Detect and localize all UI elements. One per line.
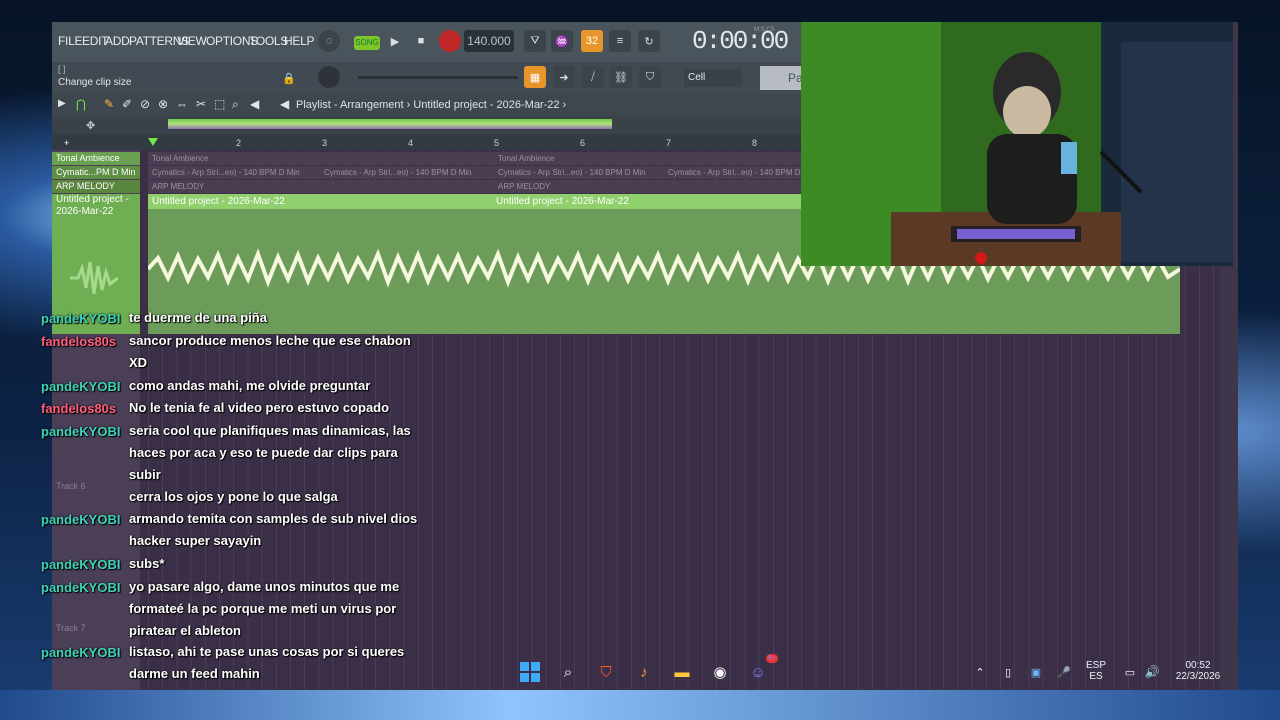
search-icon[interactable]: ⌕: [556, 660, 580, 684]
volume-icon[interactable]: 🔊: [1140, 660, 1164, 684]
chat-user: pandeKYOBI: [41, 580, 121, 595]
chat-user: fandelos80s: [41, 334, 117, 349]
windows-start-icon[interactable]: [518, 660, 542, 684]
chat-user: pandeKYOBI: [41, 512, 121, 527]
chat-message: No le tenia fe al video pero estuvo copa…: [129, 400, 390, 415]
chat-message: cerra los ojos y pone lo que salga: [129, 489, 338, 504]
discord-badge: 9+: [766, 654, 778, 663]
file-explorer-icon[interactable]: ▬: [670, 660, 694, 684]
tray-chevron-icon[interactable]: ⌃: [968, 660, 992, 684]
brave-browser-icon[interactable]: ⛉: [594, 660, 618, 684]
language-indicator[interactable]: ESP ES: [1086, 660, 1106, 682]
fl-studio-icon[interactable]: ♪: [632, 660, 656, 684]
chat-message: yo pasare algo, dame unos minutos que me…: [129, 579, 400, 638]
microphone-icon[interactable]: 🎤: [1052, 660, 1076, 684]
chat-message: armando temita con samples de sub nivel …: [129, 511, 418, 548]
chat-message: te duerme de una piña: [129, 310, 267, 325]
chat-message: como andas mahi, me olvide preguntar: [129, 378, 371, 393]
chat-user: pandeKYOBI: [41, 557, 121, 572]
chat-user: pandeKYOBI: [41, 311, 121, 326]
chat-user: pandeKYOBI: [41, 645, 121, 660]
chat-overlay: pandeKYOBI te duerme de una piña fandelo…: [0, 0, 1280, 720]
usb-icon[interactable]: ▯: [996, 660, 1020, 684]
chat-user: pandeKYOBI: [41, 379, 121, 394]
chat-message: sancor produce menos leche que ese chabo…: [129, 333, 411, 370]
clock[interactable]: 00:52 22/3/2026: [1170, 660, 1226, 682]
chat-user: fandelos80s: [41, 401, 117, 416]
chat-user: pandeKYOBI: [41, 424, 121, 439]
chat-message: seria cool que planifiques mas dinamicas…: [129, 423, 411, 482]
windows-taskbar: ⌕ ⛉ ♪ ▬ ◉ ☺ 9+ ⌃ ▯ ▣ 🎤 ESP ES ▭ 🔊 00:52 22…: [500, 652, 1238, 692]
chat-message: listaso, ahi te pase unas cosas por si q…: [129, 644, 405, 681]
network-icon[interactable]: ▭: [1118, 660, 1142, 684]
background-glow: [0, 690, 1280, 720]
chat-message: subs*: [129, 556, 165, 571]
tray-app-icon[interactable]: ▣: [1024, 660, 1048, 684]
discord-icon[interactable]: ☺ 9+: [746, 654, 778, 684]
obs-icon[interactable]: ◉: [708, 660, 732, 684]
